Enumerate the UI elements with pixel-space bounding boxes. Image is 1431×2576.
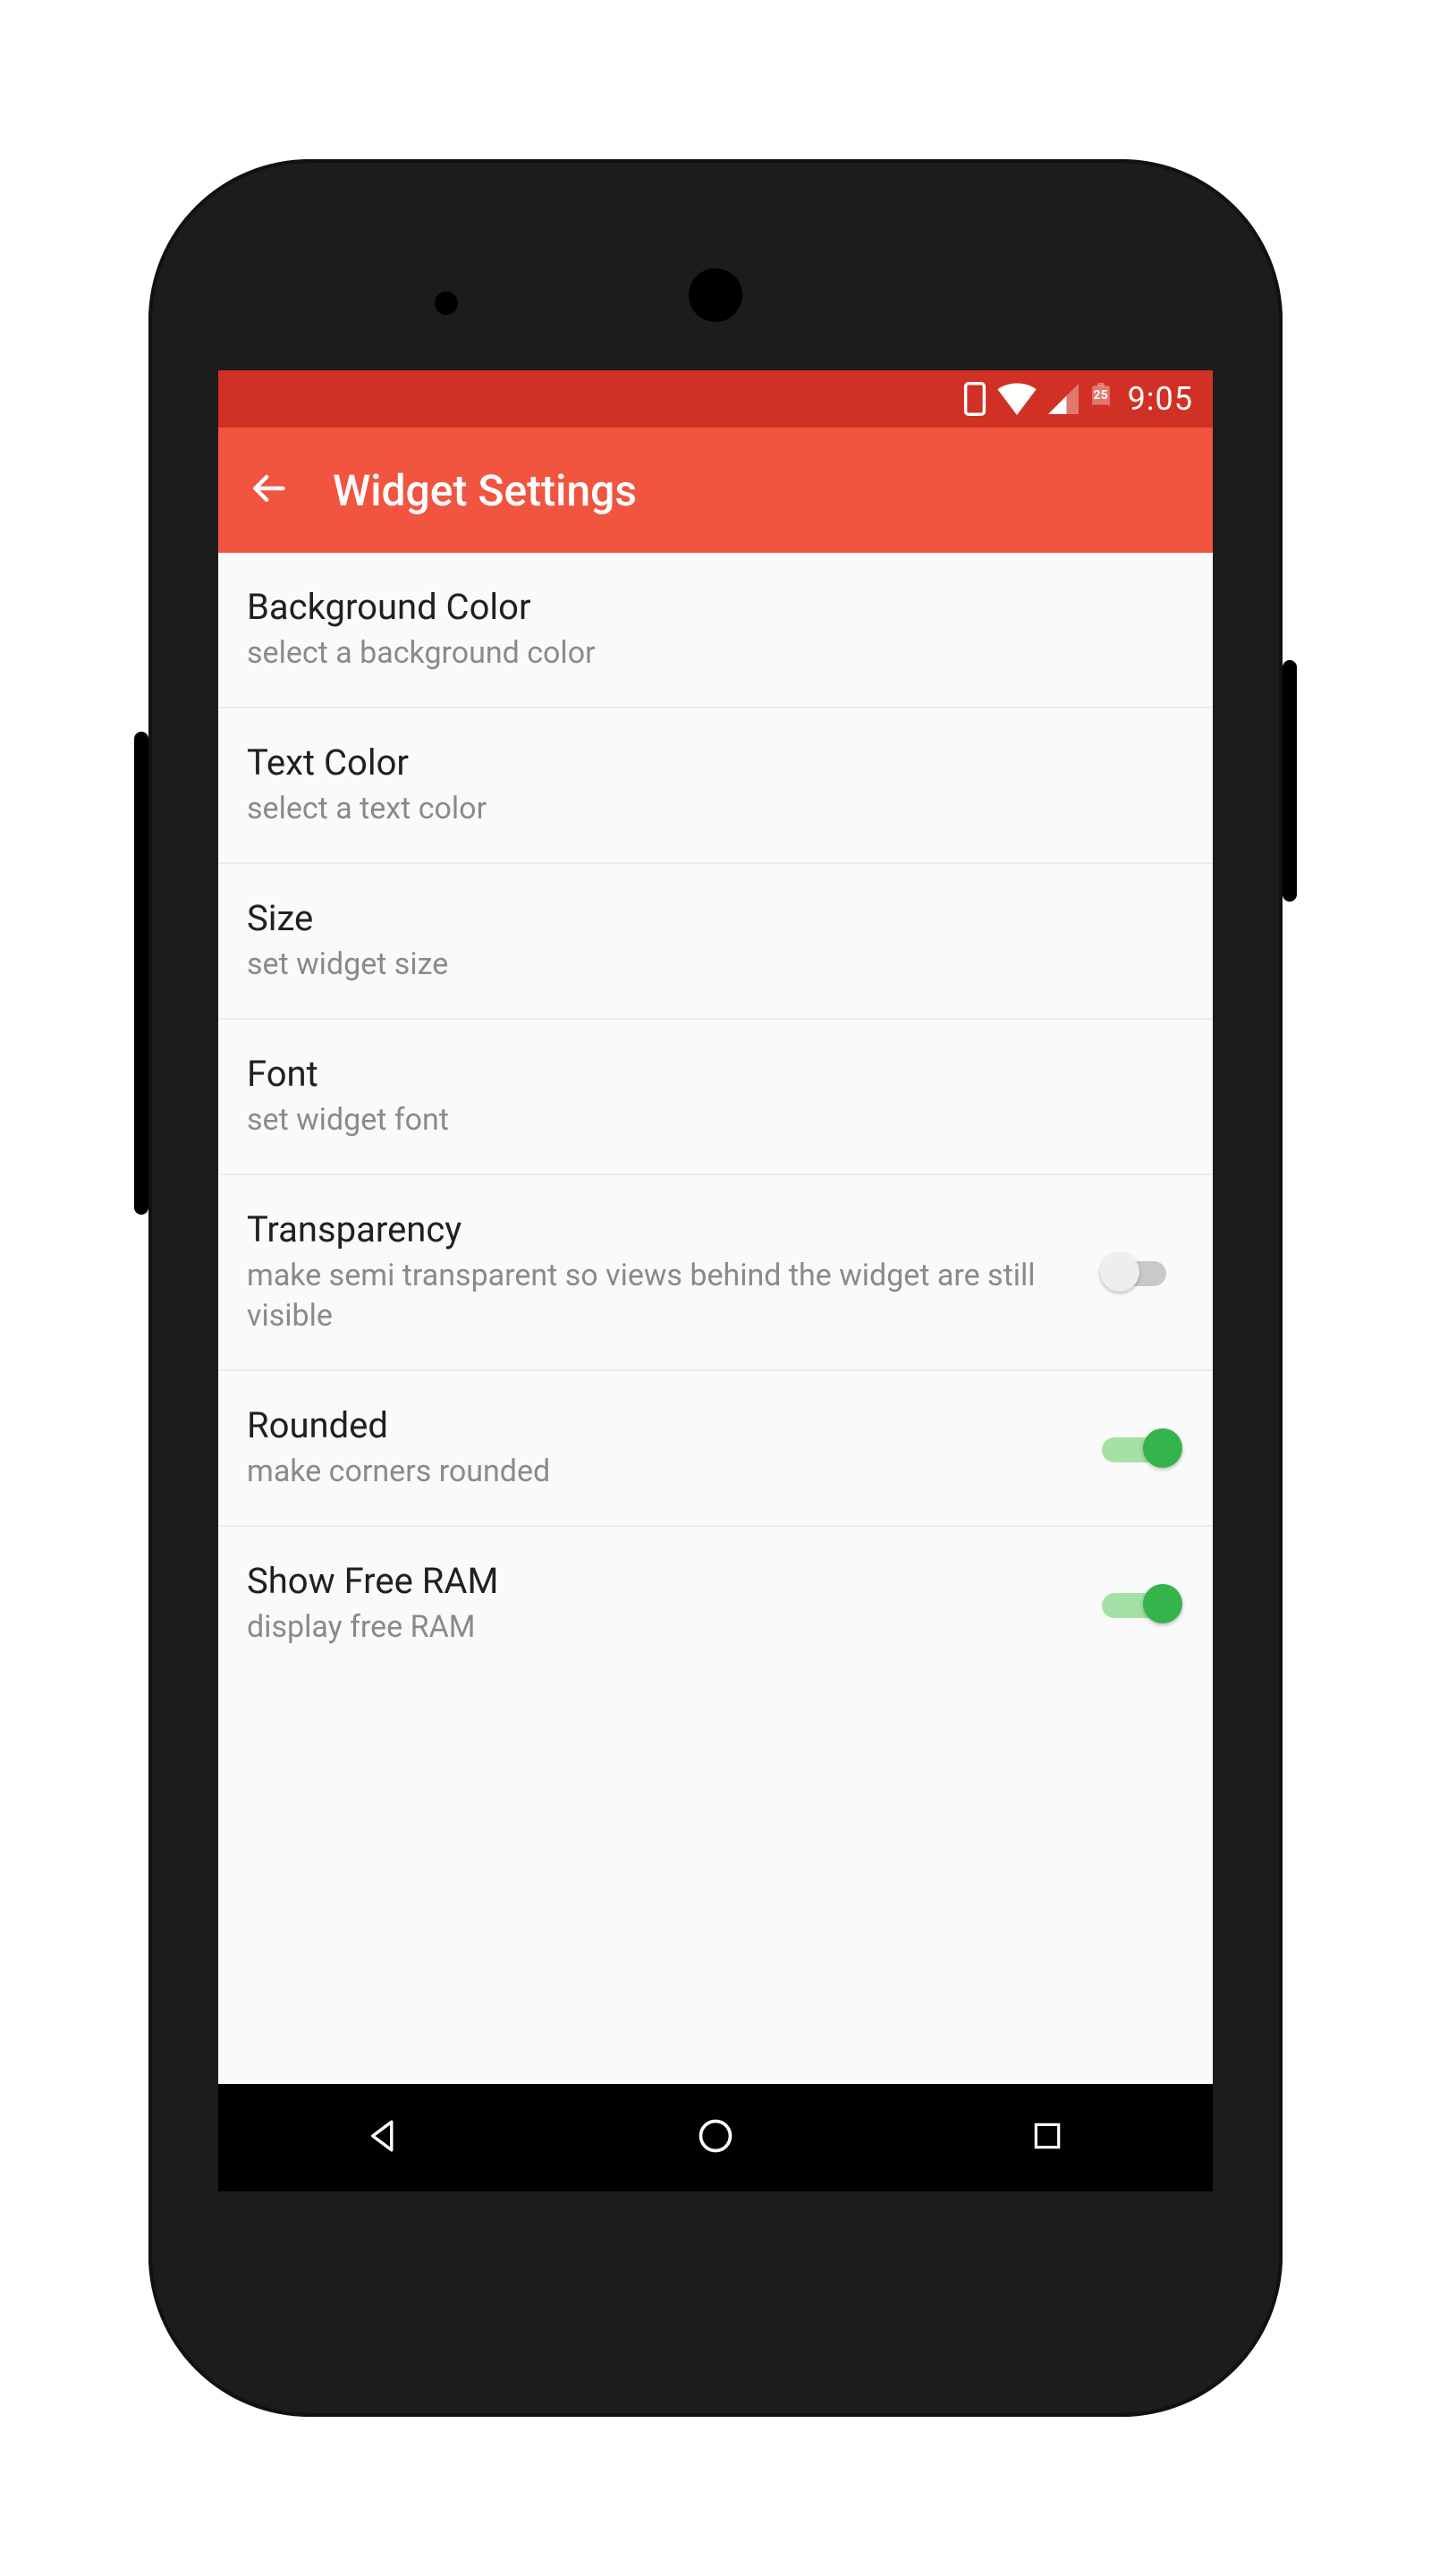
transparency-toggle[interactable]: [1100, 1249, 1184, 1295]
setting-title: Font: [247, 1052, 1184, 1097]
status-clock: 9:05: [1128, 380, 1193, 418]
setting-row-background-color[interactable]: Background Color select a background col…: [218, 553, 1213, 708]
triangle-back-icon: [365, 2117, 402, 2158]
nav-recents-button[interactable]: [1022, 2113, 1072, 2163]
setting-texts: Transparency make semi transparent so vi…: [247, 1208, 1071, 1338]
wifi-icon: [997, 383, 1037, 415]
setting-row-font[interactable]: Font set widget font: [218, 1020, 1213, 1175]
app-bar: Widget Settings: [218, 428, 1213, 553]
settings-list: Background Color select a background col…: [218, 553, 1213, 2084]
battery-icon: 25: [1090, 383, 1112, 415]
setting-texts: Size set widget size: [247, 896, 1184, 986]
toggle-thumb: [1143, 1428, 1182, 1468]
status-bar: 25 9:05: [218, 370, 1213, 428]
setting-subtitle: set widget font: [247, 1100, 1184, 1141]
device-frame: 25 9:05 Widget Settings: [148, 159, 1283, 2417]
setting-texts: Background Color select a background col…: [247, 585, 1184, 674]
navigation-bar: [218, 2084, 1213, 2191]
battery-label: 25: [1090, 388, 1112, 402]
setting-texts: Rounded make corners rounded: [247, 1403, 1071, 1493]
front-camera: [689, 268, 742, 322]
show-free-ram-toggle[interactable]: [1100, 1580, 1184, 1627]
setting-texts: Text Color select a text color: [247, 741, 1184, 830]
setting-texts: Show Free RAM display free RAM: [247, 1559, 1071, 1648]
setting-subtitle: select a background color: [247, 633, 1184, 674]
setting-title: Transparency: [247, 1208, 1071, 1252]
screen: 25 9:05 Widget Settings: [218, 370, 1213, 2191]
setting-row-text-color[interactable]: Text Color select a text color: [218, 708, 1213, 864]
setting-subtitle: make semi transparent so views behind th…: [247, 1256, 1071, 1338]
setting-title: Rounded: [247, 1403, 1071, 1448]
setting-title: Size: [247, 896, 1184, 941]
setting-row-transparency[interactable]: Transparency make semi transparent so vi…: [218, 1175, 1213, 1372]
toggle-thumb: [1143, 1584, 1182, 1623]
square-recents-icon: [1030, 2119, 1064, 2157]
setting-subtitle: set widget size: [247, 945, 1184, 986]
setting-texts: Font set widget font: [247, 1052, 1184, 1141]
page-title: Widget Settings: [333, 465, 637, 516]
setting-title: Text Color: [247, 741, 1184, 785]
nav-home-button[interactable]: [690, 2113, 741, 2163]
proximity-sensor: [435, 292, 458, 315]
setting-subtitle: make corners rounded: [247, 1452, 1071, 1493]
rounded-toggle[interactable]: [1100, 1425, 1184, 1471]
cell-signal-icon: [1047, 384, 1080, 414]
nav-back-button[interactable]: [359, 2113, 409, 2163]
setting-row-size[interactable]: Size set widget size: [218, 864, 1213, 1020]
circle-home-icon: [696, 2116, 735, 2159]
setting-title: Background Color: [247, 585, 1184, 630]
setting-subtitle: display free RAM: [247, 1607, 1071, 1648]
setting-subtitle: select a text color: [247, 789, 1184, 830]
portrait-lock-icon: [963, 382, 986, 416]
setting-row-rounded[interactable]: Rounded make corners rounded: [218, 1371, 1213, 1527]
canvas: 25 9:05 Widget Settings: [0, 0, 1431, 2576]
back-button[interactable]: [247, 469, 290, 512]
setting-title: Show Free RAM: [247, 1559, 1071, 1604]
arrow-left-icon: [249, 469, 288, 512]
setting-row-show-free-ram[interactable]: Show Free RAM display free RAM: [218, 1527, 1213, 1681]
